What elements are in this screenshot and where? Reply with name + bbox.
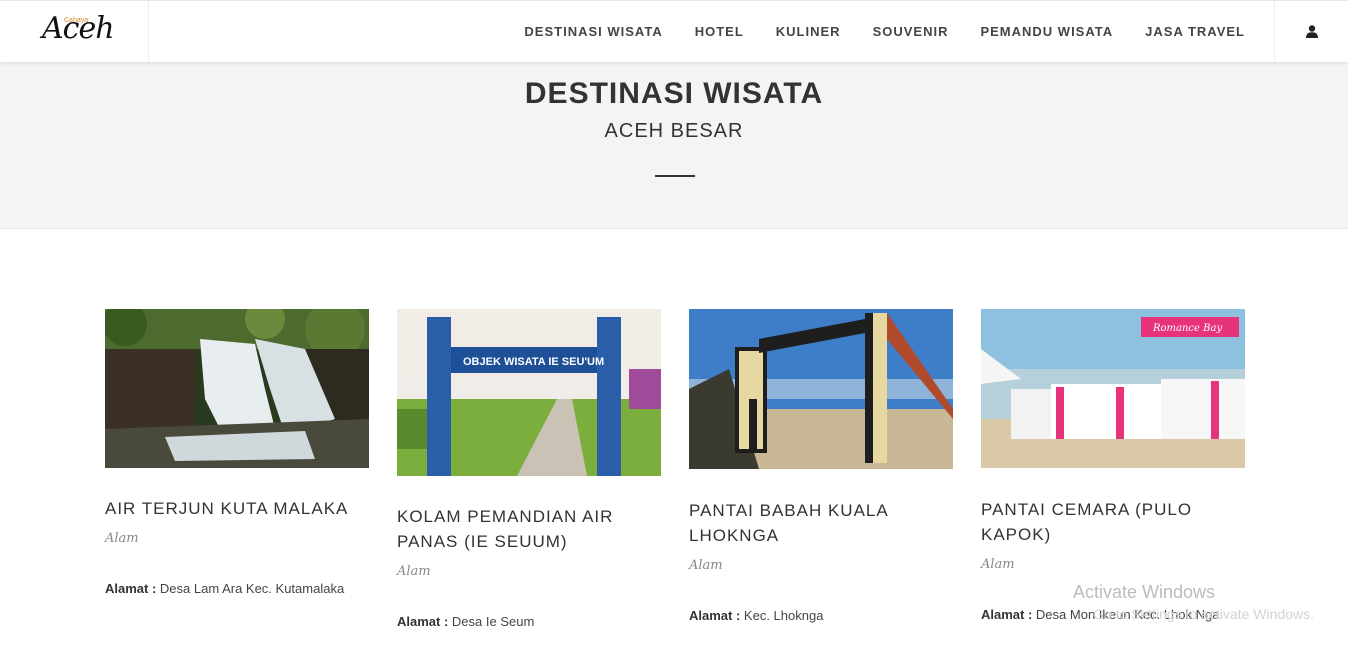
main-nav: DESTINASI WISATA HOTEL KULINER SOUVENIR … xyxy=(492,1,1245,62)
nav-pemandu-wisata[interactable]: PEMANDU WISATA xyxy=(980,24,1113,39)
card-category: Alam xyxy=(689,558,723,573)
address-label: Alamat : xyxy=(689,608,741,623)
beach-gate-image[interactable] xyxy=(689,309,953,469)
nav-souvenir[interactable]: SOUVENIR xyxy=(873,24,949,39)
card-title[interactable]: PANTAI CEMARA (PULO KAPOK) xyxy=(981,497,1245,547)
nav-jasa-travel[interactable]: JASA TRAVEL xyxy=(1145,24,1245,39)
sign-text: OBJEK WISATA IE SEU'UM xyxy=(463,356,604,368)
title-divider xyxy=(655,175,695,177)
banner-text: Romance Bay xyxy=(1152,323,1222,334)
address-label: Alamat : xyxy=(105,581,157,596)
card-address: Alamat : Kec. Lhoknga xyxy=(689,608,823,623)
nav-hotel[interactable]: HOTEL xyxy=(695,24,744,39)
page-hero: DESTINASI WISATA ACEH BESAR xyxy=(0,61,1348,229)
card-category: Alam xyxy=(981,557,1015,572)
beach-event-image[interactable]: Romance Bay xyxy=(981,309,1245,468)
site-logo[interactable]: Aceh Cahaya xyxy=(0,1,149,62)
address-value: Kec. Lhoknga xyxy=(743,608,824,623)
waterfall-image[interactable] xyxy=(105,309,369,468)
card-category: Alam xyxy=(105,531,139,546)
logo-small-text: Cahaya xyxy=(64,17,89,24)
address-label: Alamat : xyxy=(397,614,449,629)
windows-activation-subtext: Go to Settings to activate Windows. xyxy=(1093,606,1314,622)
address-value: Desa Ie Seum xyxy=(451,614,535,629)
top-navbar: Aceh Cahaya DESTINASI WISATA HOTEL KULIN… xyxy=(0,0,1348,62)
address-value: Desa Lam Ara Kec. Kutamalaka xyxy=(159,581,345,596)
nav-destinasi-wisata[interactable]: DESTINASI WISATA xyxy=(524,24,662,39)
card-category: Alam xyxy=(397,564,431,579)
card-title[interactable]: KOLAM PEMANDIAN AIR PANAS (IE SEUUM) xyxy=(397,504,661,554)
hot-spring-image[interactable]: OBJEK WISATA IE SEU'UM xyxy=(397,309,661,476)
page-title: DESTINASI WISATA xyxy=(524,77,824,110)
card-title[interactable]: PANTAI BABAH KUALA LHOKNGA xyxy=(689,498,953,548)
card-address: Alamat : Desa Lam Ara Kec. Kutamalaka xyxy=(105,581,344,596)
address-label: Alamat : xyxy=(981,607,1033,622)
windows-activation-watermark: Activate Windows xyxy=(1073,582,1216,602)
page-subtitle: ACEH BESAR xyxy=(604,120,744,142)
card-address: Alamat : Desa Ie Seum xyxy=(397,614,534,629)
user-menu-button[interactable] xyxy=(1274,1,1348,62)
user-icon xyxy=(1306,25,1318,38)
nav-kuliner[interactable]: KULINER xyxy=(776,24,841,39)
card-title[interactable]: AIR TERJUN KUTA MALAKA xyxy=(105,496,369,521)
